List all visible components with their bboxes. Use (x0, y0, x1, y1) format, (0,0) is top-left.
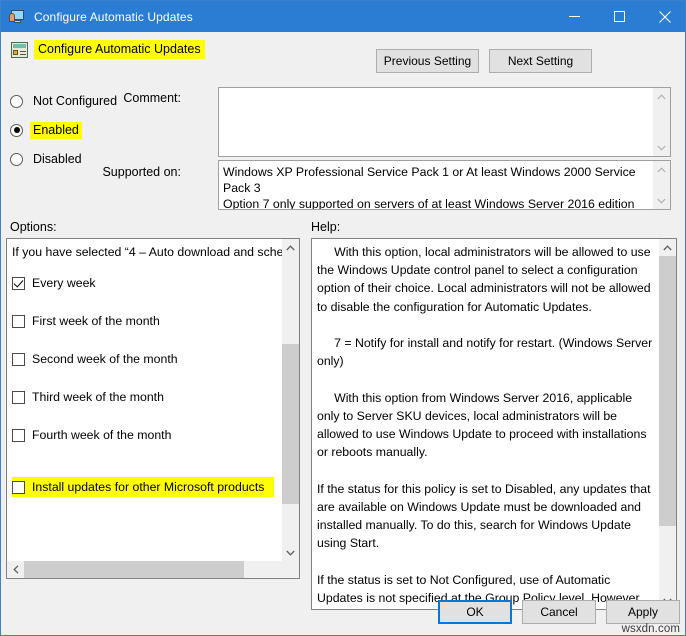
policy-name: Configure Automatic Updates (34, 40, 205, 59)
comment-textbox[interactable] (218, 87, 671, 157)
checkbox-label-second-week: Second week of the month (32, 352, 178, 366)
help-label: Help: (311, 220, 341, 234)
checkbox-label-third-week: Third week of the month (32, 390, 164, 404)
site-watermark: wsxdn.com (621, 623, 680, 635)
checkbox-install-other-products[interactable] (12, 480, 25, 494)
radio-enabled[interactable] (10, 123, 23, 137)
setting-navigation: Previous Setting Next Setting (376, 49, 592, 73)
checkbox-row-first-week[interactable]: First week of the month (12, 311, 277, 331)
scroll-thumb[interactable] (24, 561, 244, 578)
chevron-left-icon[interactable] (7, 561, 24, 578)
comment-label: Comment: (123, 91, 181, 105)
options-vertical-scrollbar[interactable] (282, 239, 299, 561)
options-content: If you have selected “4 – Auto download … (7, 239, 282, 578)
supported-on-scrollbar[interactable] (652, 161, 670, 209)
help-pane: With this option, local administrators w… (311, 238, 677, 610)
checkbox-row-second-week[interactable]: Second week of the month (12, 349, 277, 369)
options-horizontal-scrollbar[interactable] (7, 561, 299, 578)
supported-on-textbox[interactable]: Windows XP Professional Service Pack 1 o… (218, 160, 671, 210)
chevron-down-icon[interactable] (282, 544, 299, 561)
options-pane: If you have selected “4 – Auto download … (6, 238, 300, 579)
policy-monitor-icon (9, 9, 25, 25)
help-text: With this option, local administrators w… (317, 245, 653, 605)
scrollbar-corner (282, 561, 299, 578)
apply-button[interactable]: Apply (606, 600, 680, 624)
supported-on-value: Windows XP Professional Service Pack 1 o… (223, 165, 636, 210)
scroll-thumb[interactable] (659, 256, 676, 526)
policy-heading: Configure Automatic Updates (11, 40, 205, 59)
checkbox-second-week[interactable] (12, 352, 25, 366)
chevron-up-icon[interactable] (659, 239, 676, 256)
cancel-button[interactable]: Cancel (522, 600, 596, 624)
chevron-down-icon[interactable] (653, 139, 670, 156)
checkbox-label-every-week: Every week (32, 276, 96, 290)
supported-on-label: Supported on: (102, 165, 181, 179)
options-checkbox-list: Every week First week of the month Secon… (12, 273, 277, 497)
scroll-thumb[interactable] (282, 344, 299, 504)
options-intro-text: If you have selected “4 – Auto download … (12, 245, 282, 259)
policy-setting-icon (11, 41, 28, 58)
comment-scrollbar[interactable] (652, 88, 670, 156)
checkbox-label-fourth-week: Fourth week of the month (32, 428, 172, 442)
maximize-icon[interactable] (597, 1, 642, 32)
title-bar: Configure Automatic Updates (1, 1, 685, 32)
chevron-up-icon[interactable] (653, 88, 670, 105)
radio-not-configured[interactable] (10, 94, 23, 108)
minimize-icon[interactable] (552, 1, 597, 32)
ok-button[interactable]: OK (438, 600, 512, 624)
close-icon[interactable] (642, 1, 685, 32)
chevron-down-icon[interactable] (653, 192, 670, 209)
checkbox-third-week[interactable] (12, 390, 25, 404)
options-label: Options: (10, 220, 57, 234)
help-content: With this option, local administrators w… (312, 239, 659, 609)
checkbox-first-week[interactable] (12, 314, 25, 328)
window-controls (552, 1, 685, 32)
dialog-client-area: Configure Automatic Updates Previous Set… (1, 32, 685, 635)
radio-disabled[interactable] (10, 152, 23, 166)
checkbox-row-install-other-products[interactable]: Install updates for other Microsoft prod… (12, 477, 274, 497)
checkbox-every-week[interactable] (12, 276, 25, 290)
help-vertical-scrollbar[interactable] (659, 239, 676, 609)
checkbox-row-every-week[interactable]: Every week (12, 273, 277, 293)
checkbox-label-install-other-products: Install updates for other Microsoft prod… (32, 480, 265, 494)
previous-setting-button[interactable]: Previous Setting (376, 49, 479, 73)
checkbox-fourth-week[interactable] (12, 428, 25, 442)
radio-label-enabled: Enabled (30, 121, 82, 139)
radio-row-enabled[interactable]: Enabled (10, 119, 120, 141)
configure-automatic-updates-dialog: Configure Automatic Updates Configure Au… (0, 0, 686, 636)
dialog-footer-buttons: OK Cancel Apply (438, 600, 680, 624)
window-title: Configure Automatic Updates (34, 9, 193, 24)
chevron-up-icon[interactable] (653, 161, 670, 178)
checkbox-row-third-week[interactable]: Third week of the month (12, 387, 277, 407)
comment-value[interactable] (219, 88, 652, 94)
checkbox-label-first-week: First week of the month (32, 314, 160, 328)
chevron-up-icon[interactable] (282, 239, 299, 256)
checkbox-row-fourth-week[interactable]: Fourth week of the month (12, 425, 277, 445)
next-setting-button[interactable]: Next Setting (489, 49, 592, 73)
